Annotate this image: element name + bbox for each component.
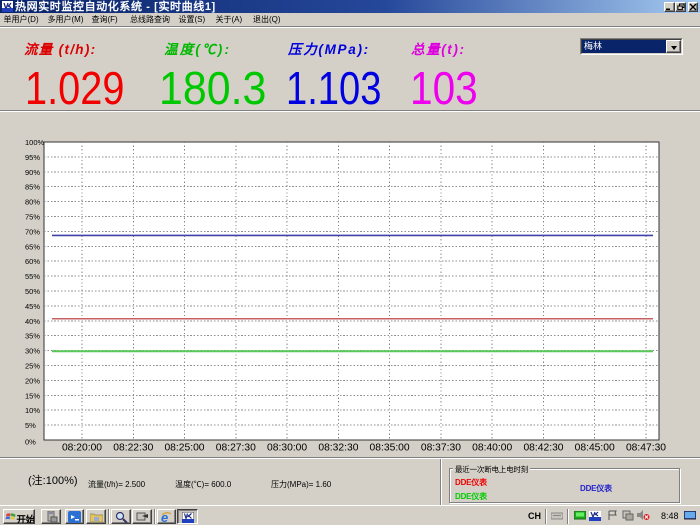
svg-text:65%: 65%: [25, 242, 40, 251]
svg-text:55%: 55%: [25, 272, 40, 281]
svg-text:25%: 25%: [25, 362, 40, 371]
svg-text:08:20:00: 08:20:00: [62, 443, 102, 454]
svg-text:35%: 35%: [25, 332, 40, 341]
svg-text:08:27:30: 08:27:30: [216, 443, 256, 454]
svg-text:08:25:00: 08:25:00: [164, 443, 204, 454]
svg-text:08:32:30: 08:32:30: [318, 443, 358, 454]
svg-text:08:42:30: 08:42:30: [523, 443, 563, 454]
svg-text:08:22:30: 08:22:30: [113, 443, 153, 454]
svg-text:40%: 40%: [25, 317, 40, 326]
svg-text:100%: 100%: [25, 138, 45, 147]
svg-text:80%: 80%: [25, 198, 40, 207]
svg-text:90%: 90%: [25, 168, 40, 177]
svg-text:0%: 0%: [25, 438, 36, 447]
svg-text:95%: 95%: [25, 153, 40, 162]
svg-text:08:45:00: 08:45:00: [575, 443, 615, 454]
svg-text:08:47:30: 08:47:30: [626, 443, 666, 454]
svg-text:50%: 50%: [25, 287, 40, 296]
svg-text:08:40:00: 08:40:00: [472, 443, 512, 454]
svg-text:10%: 10%: [25, 406, 40, 415]
svg-text:15%: 15%: [25, 391, 40, 400]
svg-text:45%: 45%: [25, 302, 40, 311]
svg-text:08:37:30: 08:37:30: [421, 443, 461, 454]
svg-text:60%: 60%: [25, 257, 40, 266]
svg-text:08:30:00: 08:30:00: [267, 443, 307, 454]
svg-text:70%: 70%: [25, 227, 40, 236]
svg-text:5%: 5%: [25, 421, 36, 430]
svg-text:20%: 20%: [25, 376, 40, 385]
svg-text:30%: 30%: [25, 347, 40, 356]
svg-text:75%: 75%: [25, 213, 40, 222]
svg-text:08:35:00: 08:35:00: [370, 443, 410, 454]
svg-text:85%: 85%: [25, 183, 40, 192]
